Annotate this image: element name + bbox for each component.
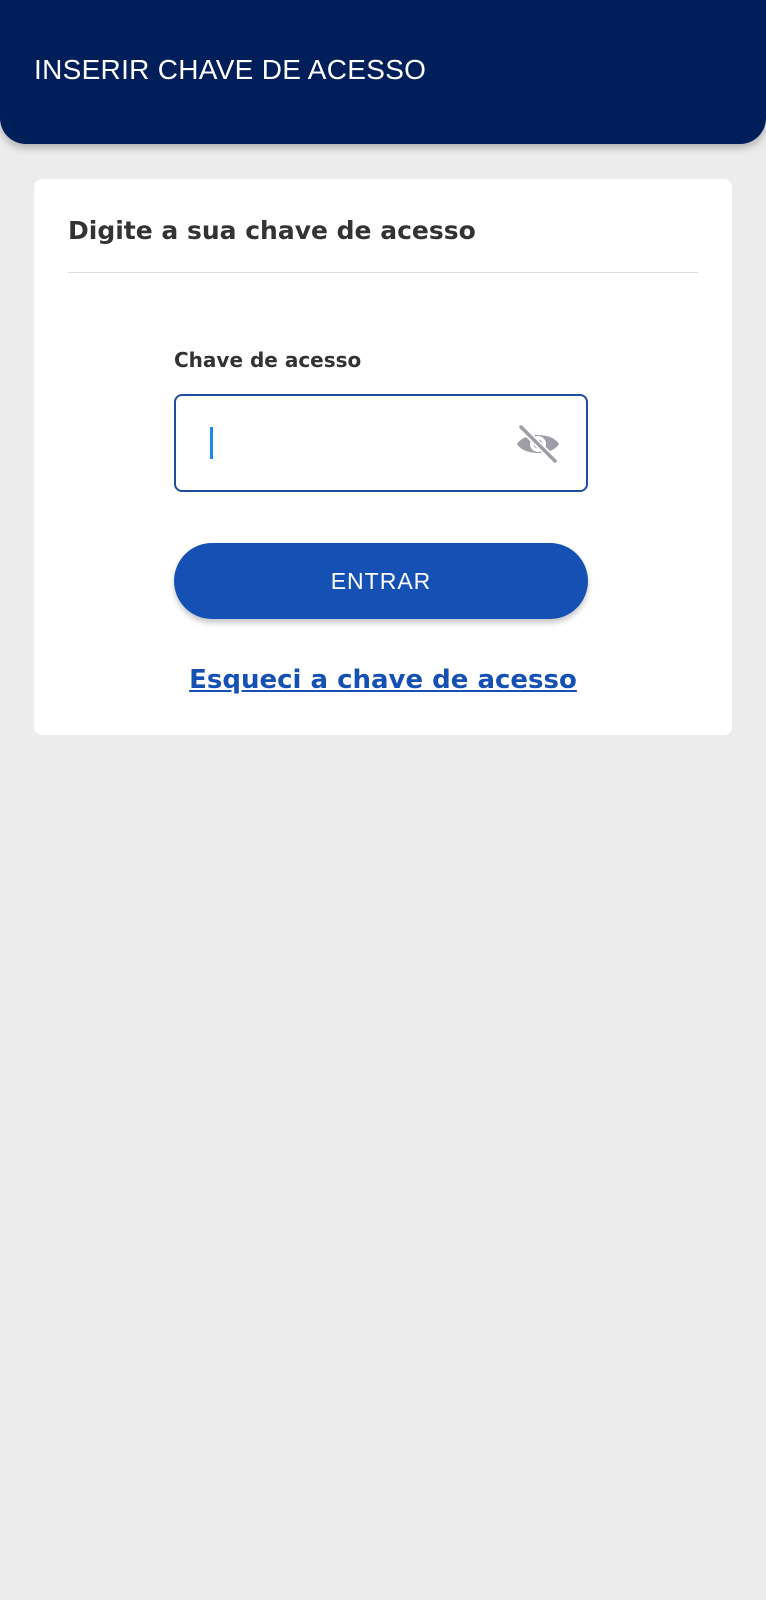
- page-title: INSERIR CHAVE DE ACESSO: [34, 54, 427, 85]
- access-key-input[interactable]: [176, 396, 496, 490]
- access-key-field-container: [174, 394, 588, 492]
- divider: [68, 272, 698, 273]
- access-key-label: Chave de acesso: [174, 348, 362, 372]
- access-key-card: Digite a sua chave de acesso Chave de ac…: [34, 179, 732, 735]
- eye-off-icon[interactable]: [514, 424, 562, 464]
- forgot-access-key-link[interactable]: Esqueci a chave de acesso: [34, 663, 732, 697]
- text-cursor: [210, 427, 213, 459]
- app-bar: INSERIR CHAVE DE ACESSO: [0, 0, 766, 144]
- enter-button[interactable]: ENTRAR: [174, 543, 588, 619]
- card-title: Digite a sua chave de acesso: [68, 216, 476, 245]
